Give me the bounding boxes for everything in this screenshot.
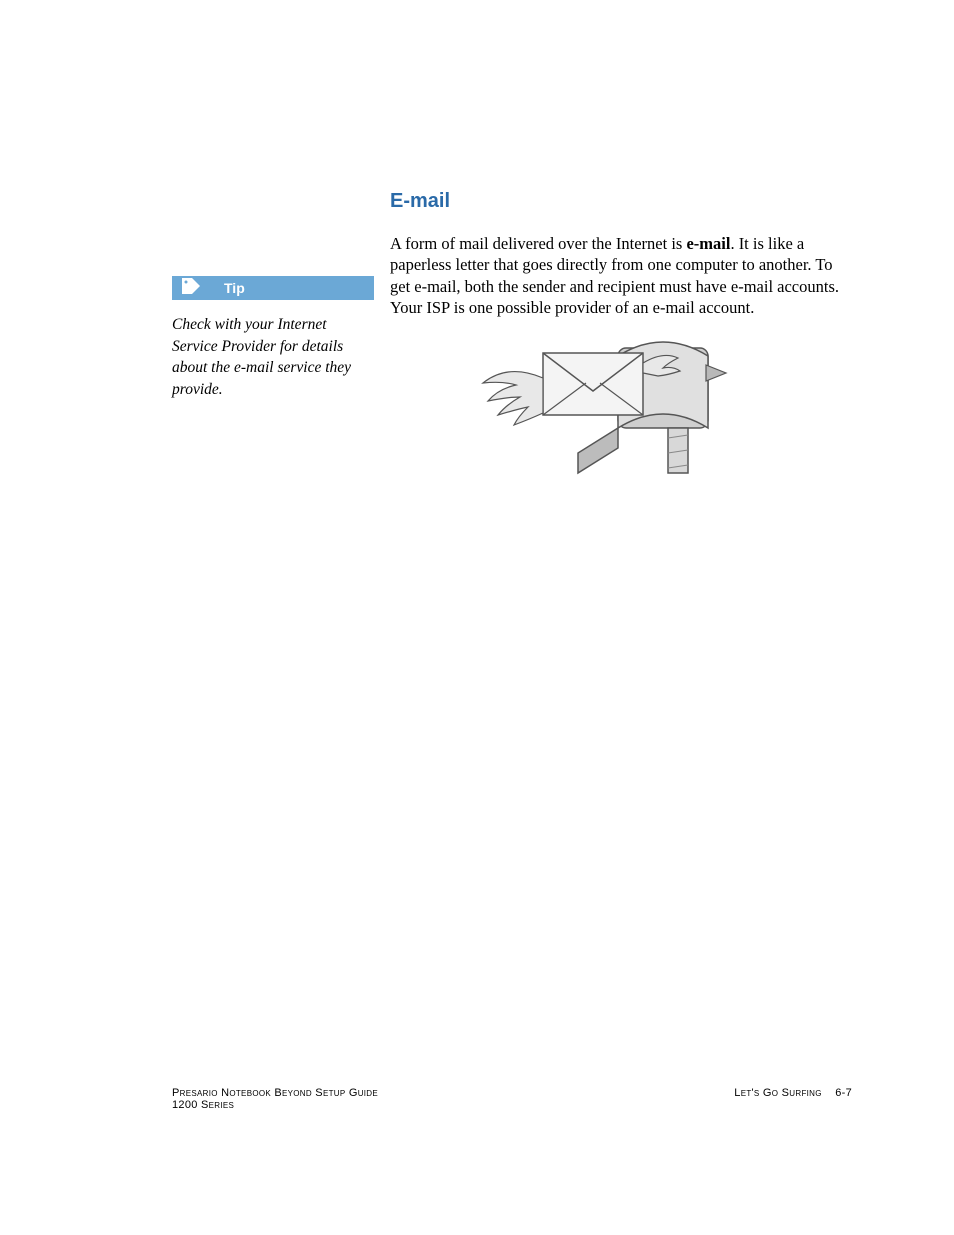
tip-label: Tip: [224, 280, 245, 296]
footer-series: 1200 Series: [172, 1099, 378, 1111]
tip-header-bar: Tip: [172, 276, 374, 300]
footer-left: Presario Notebook Beyond Setup Guide 120…: [172, 1087, 378, 1111]
tag-icon: [180, 276, 202, 301]
body-pre: A form of mail delivered over the Intern…: [390, 234, 686, 253]
footer-page-number: 6-7: [835, 1087, 852, 1099]
tip-sidebar: Tip Check with your Internet Service Pro…: [172, 276, 374, 401]
footer-section-name: Let's Go Surfing: [734, 1087, 821, 1099]
mailbox-illustration: [390, 323, 846, 488]
main-column: E-mail A form of mail delivered over the…: [390, 190, 846, 488]
footer-guide-title: Presario Notebook Beyond Setup Guide: [172, 1087, 378, 1099]
tip-text: Check with your Internet Service Provide…: [172, 314, 374, 401]
body-bold-term: e-mail: [686, 234, 730, 253]
page-footer: Presario Notebook Beyond Setup Guide 120…: [172, 1087, 852, 1111]
body-paragraph: A form of mail delivered over the Intern…: [390, 233, 846, 319]
footer-right: Let's Go Surfing 6-7: [734, 1087, 852, 1111]
section-heading: E-mail: [390, 190, 846, 213]
